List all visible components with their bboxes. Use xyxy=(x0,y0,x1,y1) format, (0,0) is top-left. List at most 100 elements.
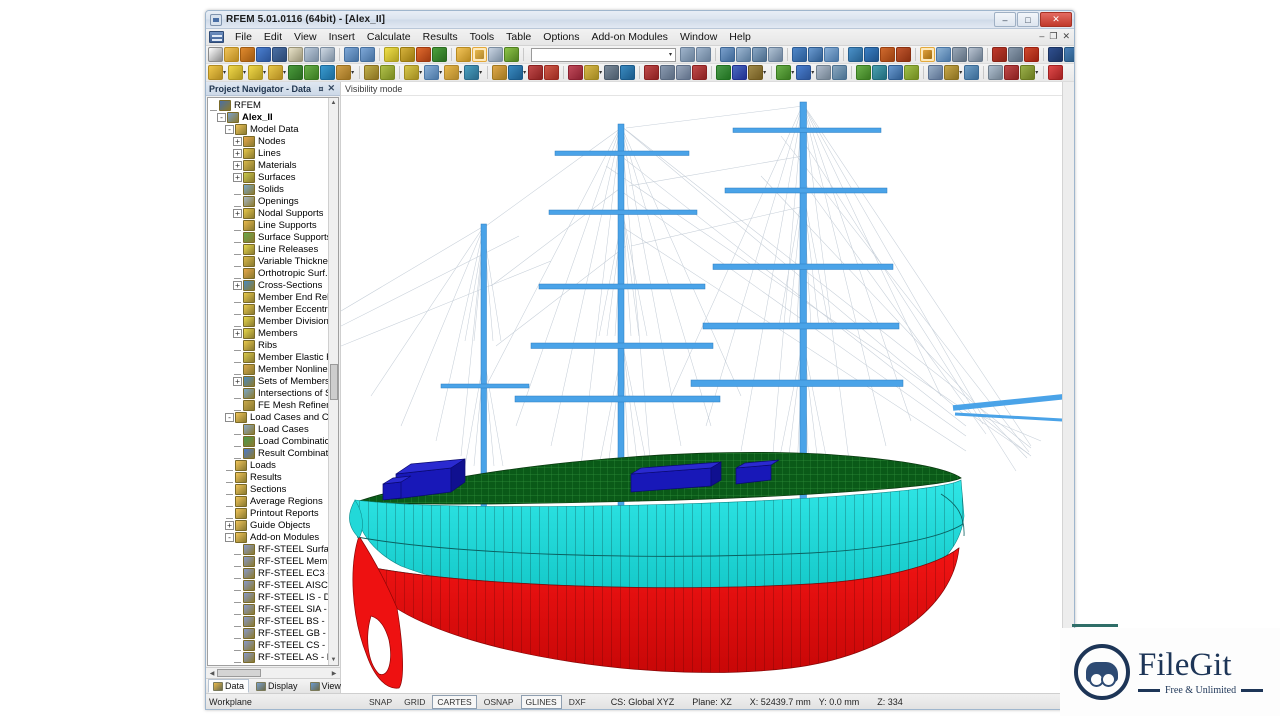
menu-item-add-on-modules[interactable]: Add-on Modules xyxy=(585,30,673,44)
select-object-icon[interactable] xyxy=(720,47,735,62)
open-example-icon[interactable] xyxy=(256,47,271,62)
material-icon[interactable] xyxy=(424,65,439,80)
redo-icon[interactable] xyxy=(360,47,375,62)
status-toggle-glines[interactable]: GLINES xyxy=(521,695,562,709)
mdi-minimize-button[interactable]: – xyxy=(1039,31,1044,41)
opening-insert-icon[interactable] xyxy=(320,65,335,80)
tree-item-orthotropic-surf[interactable]: Orthotropic Surf. xyxy=(209,267,328,279)
pan-icon[interactable] xyxy=(660,65,675,80)
deselect-icon[interactable] xyxy=(752,47,767,62)
clipping-icon[interactable] xyxy=(816,65,831,80)
tree-item-member-eccentr[interactable]: Member Eccentr xyxy=(209,303,328,315)
snapshot-icon[interactable] xyxy=(1064,47,1074,62)
load-icon[interactable] xyxy=(1008,47,1023,62)
tree-item-fe-mesh-refinem[interactable]: FE Mesh Refinem xyxy=(209,399,328,411)
stress-icon[interactable] xyxy=(936,47,951,62)
close-button[interactable]: ✕ xyxy=(1040,12,1072,27)
expand-icon[interactable]: + xyxy=(233,173,242,182)
title-bar[interactable]: RFEM 5.01.0116 (64bit) - [Alex_II] – □ ✕ xyxy=(206,11,1074,29)
deformation-icon[interactable] xyxy=(864,47,879,62)
tree-item-surface-supports[interactable]: Surface Supports xyxy=(209,231,328,243)
tree-item-load-cases[interactable]: Load Cases xyxy=(209,423,328,435)
open-folder2-icon[interactable] xyxy=(456,47,471,62)
navigator-tree[interactable]: RFEM-Alex_II-Model Data+Nodes+Lines+Mate… xyxy=(208,98,328,665)
chevron-down-icon[interactable]: ▾ xyxy=(791,69,794,76)
tree-item-rf-steel-gb-d[interactable]: RF-STEEL GB - D xyxy=(209,627,328,639)
visibility-plane-icon[interactable] xyxy=(872,65,887,80)
tree-item-member-nonlinea[interactable]: Member Nonlinea xyxy=(209,363,328,375)
chevron-down-icon[interactable]: ▾ xyxy=(351,69,354,76)
view-x-icon[interactable] xyxy=(692,65,707,80)
chevron-down-icon[interactable]: ▾ xyxy=(523,69,526,76)
object-snap-icon[interactable] xyxy=(988,65,1003,80)
eccentricity-icon[interactable] xyxy=(464,65,479,80)
support-icon[interactable] xyxy=(992,47,1007,62)
display-properties-icon[interactable] xyxy=(504,47,519,62)
menu-item-edit[interactable]: Edit xyxy=(258,30,288,44)
tree-horizontal-scrollbar[interactable]: ◀ ▶ xyxy=(206,667,340,678)
tree-item-solids[interactable]: Solids xyxy=(209,183,328,195)
menu-item-view[interactable]: View xyxy=(288,30,323,44)
tree-item-rf-steel-is-de[interactable]: RF-STEEL IS - De xyxy=(209,591,328,603)
mdi-close-button[interactable]: ✕ xyxy=(1062,31,1070,41)
node-insert-icon[interactable] xyxy=(208,65,223,80)
tree-item-rf-steel-surface[interactable]: RF-STEEL Surface xyxy=(209,543,328,555)
set-of-members-icon[interactable] xyxy=(584,65,599,80)
expand-icon[interactable]: + xyxy=(233,149,242,158)
expand-icon[interactable]: + xyxy=(233,161,242,170)
view-y-icon[interactable] xyxy=(716,65,731,80)
tree-item-result-combinat[interactable]: Result Combinat xyxy=(209,447,328,459)
member-insert-icon[interactable] xyxy=(268,65,283,80)
scroll-down-arrow[interactable]: ▼ xyxy=(331,655,337,665)
print-icon[interactable] xyxy=(320,47,335,62)
tree-item-lines[interactable]: +Lines xyxy=(209,147,328,159)
print-preview-icon[interactable] xyxy=(304,47,319,62)
mdi-restore-button[interactable]: ❐ xyxy=(1049,31,1057,41)
chevron-down-icon[interactable]: ▾ xyxy=(959,69,962,76)
chevron-down-icon[interactable]: ▾ xyxy=(763,69,766,76)
palette-icon[interactable] xyxy=(1048,65,1063,80)
edit-properties-icon[interactable] xyxy=(384,47,399,62)
chevron-down-icon[interactable]: ▾ xyxy=(479,69,482,76)
line-support-icon[interactable] xyxy=(364,65,379,80)
menu-item-calculate[interactable]: Calculate xyxy=(361,30,417,44)
maximize-button[interactable]: □ xyxy=(1017,12,1039,27)
expand-icon[interactable]: + xyxy=(233,281,242,290)
tree-item-sets-of-members[interactable]: +Sets of Members xyxy=(209,375,328,387)
work-plane-icon[interactable] xyxy=(928,65,943,80)
tree-item-printout-reports[interactable]: Printout Reports xyxy=(209,507,328,519)
tree-item-results[interactable]: Results xyxy=(209,471,328,483)
hscroll-thumb[interactable] xyxy=(217,669,261,677)
tree-item-line-supports[interactable]: Line Supports xyxy=(209,219,328,231)
tree-item-nodal-supports[interactable]: +Nodal Supports xyxy=(209,207,328,219)
cut-icon[interactable] xyxy=(1024,47,1039,62)
section-icon[interactable] xyxy=(832,65,847,80)
view-z-icon[interactable] xyxy=(732,65,747,80)
chevron-down-icon[interactable]: ▾ xyxy=(419,69,422,76)
collapse-icon[interactable]: - xyxy=(225,413,234,422)
status-toggle-cartes[interactable]: CARTES xyxy=(432,695,476,709)
tree-item-add-on-modules[interactable]: -Add-on Modules xyxy=(209,531,328,543)
status-toggle-osnap[interactable]: OSNAP xyxy=(479,695,519,709)
chevron-down-icon[interactable]: ▾ xyxy=(223,69,226,76)
tree-item-rf-steel-memb[interactable]: RF-STEEL Memb xyxy=(209,555,328,567)
scroll-thumb[interactable] xyxy=(330,364,338,400)
load-combination-icon[interactable] xyxy=(544,65,559,80)
status-toggle-snap[interactable]: SNAP xyxy=(364,695,397,709)
surface-results-icon[interactable] xyxy=(920,47,935,62)
navigator-tab-display[interactable]: Display xyxy=(251,679,303,693)
chevron-down-icon[interactable]: ▾ xyxy=(669,51,672,58)
menu-item-results[interactable]: Results xyxy=(417,30,464,44)
mesh-view-icon[interactable] xyxy=(824,47,839,62)
tree-item-sections[interactable]: Sections xyxy=(209,483,328,495)
mesh-generate-icon[interactable] xyxy=(792,47,807,62)
thickness-icon[interactable] xyxy=(444,65,459,80)
cross-section-icon[interactable] xyxy=(404,65,419,80)
zoom-out-icon[interactable] xyxy=(644,65,659,80)
open-recent-icon[interactable] xyxy=(240,47,255,62)
tree-item-rf-steel-sia-d[interactable]: RF-STEEL SIA - D xyxy=(209,603,328,615)
zoom-window-icon[interactable] xyxy=(400,47,415,62)
color-scale-icon[interactable] xyxy=(1020,65,1035,80)
printout-icon[interactable] xyxy=(1004,65,1019,80)
group-visibility-icon[interactable] xyxy=(888,65,903,80)
